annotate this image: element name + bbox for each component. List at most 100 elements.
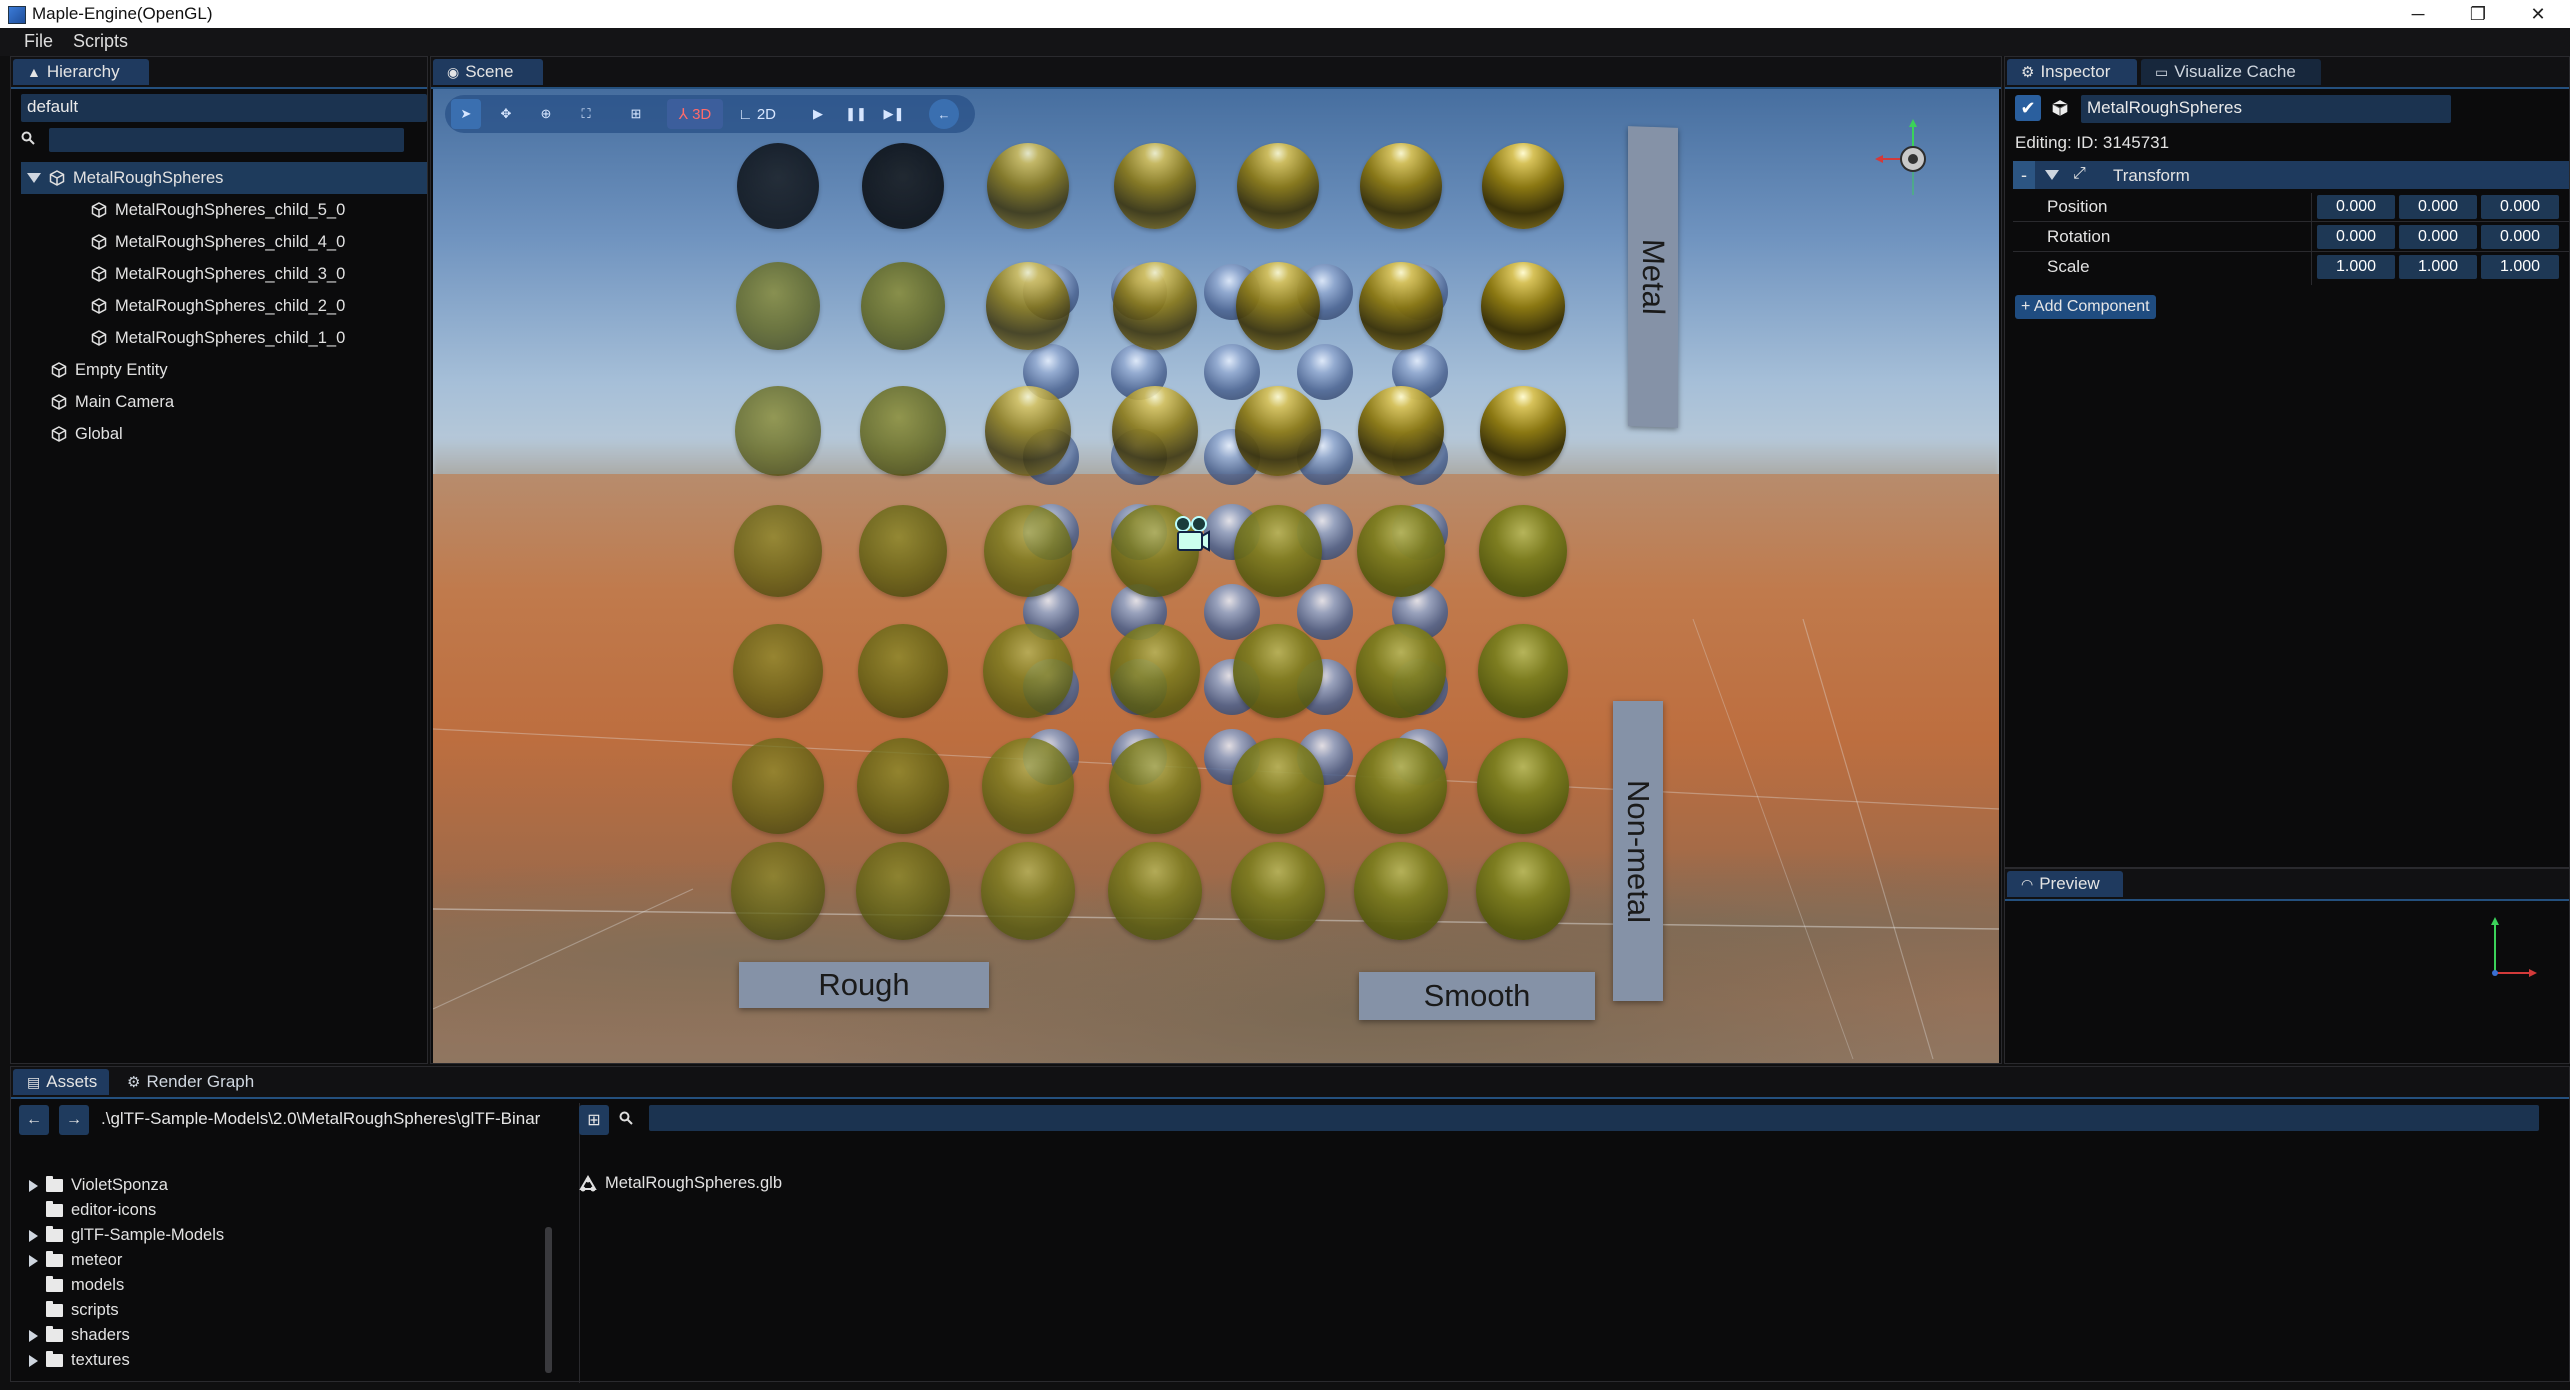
- material-sphere[interactable]: [1114, 143, 1196, 229]
- material-sphere[interactable]: [1360, 143, 1442, 229]
- tree-item-main-camera[interactable]: Main Camera: [51, 386, 421, 418]
- material-sphere[interactable]: [981, 842, 1075, 940]
- expand-arrow-icon[interactable]: [29, 1229, 38, 1242]
- rotation-z-field[interactable]: 0.000: [2481, 225, 2559, 249]
- rotation-y-field[interactable]: 0.000: [2399, 225, 2477, 249]
- orientation-gizmo[interactable]: [1873, 119, 1953, 199]
- folder-meteor[interactable]: meteor: [29, 1248, 122, 1273]
- material-sphere[interactable]: [1232, 738, 1324, 834]
- material-sphere[interactable]: [1112, 386, 1198, 476]
- material-sphere[interactable]: [856, 842, 950, 940]
- position-x-field[interactable]: 0.000: [2317, 195, 2395, 219]
- tree-item-child-2-0[interactable]: MetalRoughSpheres_child_2_0: [91, 290, 421, 322]
- material-sphere[interactable]: [859, 505, 947, 597]
- grid-view-button[interactable]: ⊞: [579, 1105, 609, 1135]
- material-sphere[interactable]: [858, 624, 948, 718]
- material-sphere[interactable]: [734, 505, 822, 597]
- material-sphere[interactable]: [733, 624, 823, 718]
- mode-3d-button[interactable]: ⅄ 3D: [667, 99, 723, 129]
- forward-nav-button[interactable]: →: [59, 1105, 89, 1135]
- tab-hierarchy[interactable]: ▲ Hierarchy: [13, 59, 149, 85]
- folder-textures[interactable]: textures: [29, 1348, 130, 1373]
- pause-button[interactable]: ❚❚: [841, 99, 871, 129]
- scale-tool-button[interactable]: ⛶: [571, 99, 601, 129]
- camera-gizmo-icon[interactable]: [1173, 515, 1211, 555]
- rotation-x-field[interactable]: 0.000: [2317, 225, 2395, 249]
- material-sphere[interactable]: [1479, 505, 1567, 597]
- position-y-field[interactable]: 0.000: [2399, 195, 2477, 219]
- material-sphere[interactable]: [1110, 624, 1200, 718]
- tree-item-empty-entity[interactable]: Empty Entity: [51, 354, 421, 386]
- menu-scripts[interactable]: Scripts: [73, 31, 128, 52]
- material-sphere[interactable]: [731, 842, 825, 940]
- restore-button[interactable]: ❐: [2450, 0, 2506, 28]
- add-component-button[interactable]: + Add Component: [2015, 295, 2156, 319]
- entity-name-field[interactable]: MetalRoughSpheres: [2081, 95, 2451, 123]
- tab-assets[interactable]: ▤ Assets: [13, 1069, 109, 1095]
- menu-file[interactable]: File: [24, 31, 53, 52]
- material-sphere[interactable]: [1481, 262, 1565, 350]
- folder-gltf-sample-models[interactable]: glTF-Sample-Models: [29, 1223, 224, 1248]
- close-button[interactable]: ✕: [2510, 0, 2566, 28]
- material-sphere[interactable]: [1476, 842, 1570, 940]
- material-sphere[interactable]: [861, 262, 945, 350]
- material-sphere[interactable]: [1354, 842, 1448, 940]
- material-sphere[interactable]: [737, 143, 819, 229]
- material-sphere[interactable]: [1235, 386, 1321, 476]
- transform-component-header[interactable]: - ⤢ Transform: [2013, 161, 2569, 189]
- scale-y-field[interactable]: 1.000: [2399, 255, 2477, 279]
- tree-item-child-4-0[interactable]: MetalRoughSpheres_child_4_0: [91, 226, 421, 258]
- material-sphere[interactable]: [1109, 738, 1201, 834]
- expand-arrow-icon[interactable]: [2045, 170, 2059, 180]
- material-sphere[interactable]: [1108, 842, 1202, 940]
- tab-render-graph[interactable]: ⚙ Render Graph: [113, 1069, 273, 1095]
- material-sphere[interactable]: [1357, 505, 1445, 597]
- grid-toggle-button[interactable]: ⊞: [621, 99, 651, 129]
- collapse-component-button[interactable]: -: [2013, 161, 2035, 189]
- material-sphere[interactable]: [1236, 262, 1320, 350]
- material-sphere[interactable]: [732, 738, 824, 834]
- folder-scripts[interactable]: scripts: [29, 1298, 119, 1323]
- folder-shaders[interactable]: shaders: [29, 1323, 130, 1348]
- folder-violetsponza[interactable]: VioletSponza: [29, 1173, 168, 1198]
- material-sphere[interactable]: [984, 505, 1072, 597]
- scene-name-field[interactable]: default: [21, 94, 427, 122]
- file-item[interactable]: MetalRoughSpheres.glb: [579, 1171, 782, 1196]
- folder-editor-icons[interactable]: editor-icons: [29, 1198, 156, 1223]
- tree-item-child-5-0[interactable]: MetalRoughSpheres_child_5_0: [91, 194, 421, 226]
- material-sphere[interactable]: [1480, 386, 1566, 476]
- material-sphere[interactable]: [982, 738, 1074, 834]
- material-sphere[interactable]: [1234, 505, 1322, 597]
- rotate-tool-button[interactable]: ⊕: [531, 99, 561, 129]
- expand-arrow-icon[interactable]: [29, 1254, 38, 1267]
- material-sphere[interactable]: [735, 386, 821, 476]
- folder-tree-scrollbar[interactable]: [545, 1227, 552, 1373]
- material-sphere[interactable]: [983, 624, 1073, 718]
- tree-item-child-3-0[interactable]: MetalRoughSpheres_child_3_0: [91, 258, 421, 290]
- tab-scene[interactable]: ◉ Scene: [433, 59, 543, 85]
- material-sphere[interactable]: [857, 738, 949, 834]
- material-sphere[interactable]: [1355, 738, 1447, 834]
- expand-arrow-icon[interactable]: [29, 1354, 38, 1367]
- scene-viewport[interactable]: Metal Non-metal Rough Smooth: [433, 89, 1999, 1063]
- tab-inspector[interactable]: ⚙ Inspector: [2007, 59, 2137, 85]
- tab-preview[interactable]: ◠ Preview: [2007, 871, 2123, 897]
- material-sphere[interactable]: [986, 262, 1070, 350]
- entity-active-checkbox[interactable]: ✔: [2015, 95, 2041, 121]
- position-z-field[interactable]: 0.000: [2481, 195, 2559, 219]
- back-nav-button[interactable]: ←: [19, 1105, 49, 1135]
- material-sphere[interactable]: [862, 143, 944, 229]
- play-button[interactable]: ▶: [803, 99, 833, 129]
- material-sphere[interactable]: [987, 143, 1069, 229]
- expand-arrow-icon[interactable]: [29, 1329, 38, 1342]
- material-sphere[interactable]: [1358, 386, 1444, 476]
- tree-item-child-1-0[interactable]: MetalRoughSpheres_child_1_0: [91, 322, 421, 354]
- move-tool-button[interactable]: ✥: [491, 99, 521, 129]
- hierarchy-search-input[interactable]: [49, 128, 404, 152]
- material-sphere[interactable]: [1113, 262, 1197, 350]
- step-button[interactable]: ▶❚: [879, 99, 909, 129]
- material-sphere[interactable]: [1477, 738, 1569, 834]
- tree-item-global[interactable]: Global: [51, 418, 421, 450]
- material-sphere[interactable]: [1233, 624, 1323, 718]
- expand-arrow-icon[interactable]: [27, 173, 41, 183]
